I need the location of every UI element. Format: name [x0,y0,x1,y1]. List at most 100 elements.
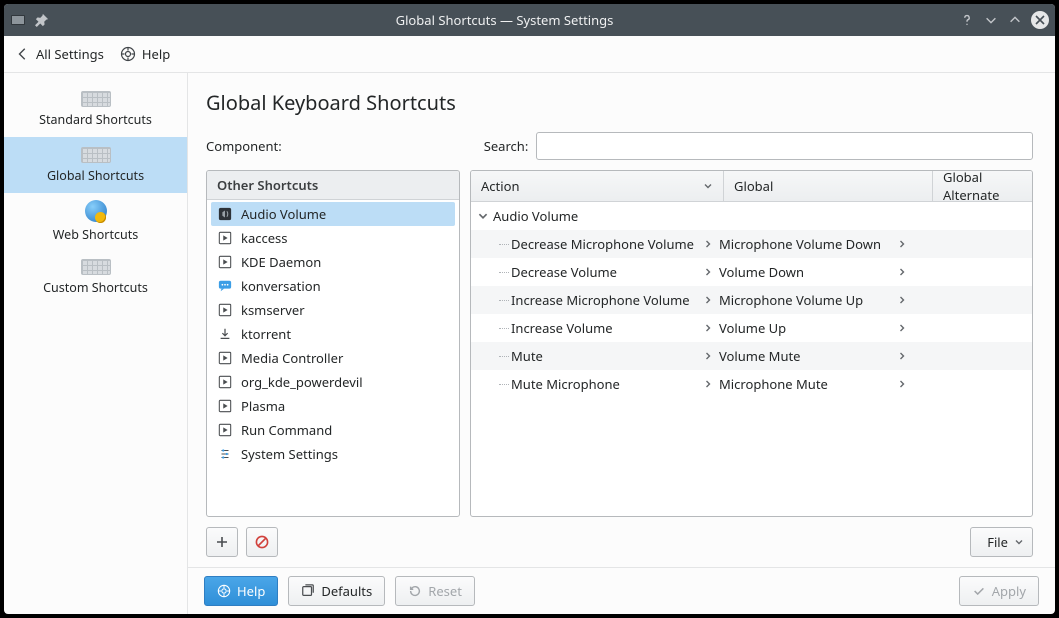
file-label: File [987,533,1008,551]
sidebar-item-label: Web Shortcuts [53,226,138,243]
column-global-label: Global [734,177,773,195]
pin-icon[interactable] [34,12,50,28]
global-cell: Volume Down [719,263,804,281]
audio-icon [217,206,233,222]
component-item[interactable]: Audio Volume [211,202,455,226]
add-button[interactable] [206,527,238,557]
action-cell: Decrease Volume [511,263,617,281]
component-search-row: Component: Search: [206,132,1033,160]
sidebar-item-custom-shortcuts[interactable]: Custom Shortcuts [4,249,187,305]
help-icon[interactable] [959,12,975,28]
component-label: Component: [206,137,282,155]
toolbar: All Settings Help [4,36,1055,73]
component-item-label: Audio Volume [241,205,326,223]
action-row[interactable]: Increase Microphone VolumeMicrophone Vol… [471,286,1032,314]
toolbar-help-label: Help [142,45,170,63]
minimize-icon[interactable] [983,12,999,28]
action-row[interactable]: Increase Volume Volume Up [471,314,1032,342]
action-row[interactable]: Decrease Volume Volume Down [471,258,1032,286]
globe-icon [85,200,107,222]
component-item-label: kaccess [241,229,288,247]
component-item-label: System Settings [241,445,338,463]
help-button[interactable]: Help [204,576,278,606]
action-row[interactable]: Decrease Microphone VolumeMicrophone Vol… [471,230,1032,258]
play-icon [217,350,233,366]
column-alternate-label: Global Alternate [943,170,1022,204]
play-icon [217,422,233,438]
component-item[interactable]: Plasma [211,394,455,418]
settings-icon [217,446,233,462]
sidebar-item-label: Custom Shortcuts [43,279,148,296]
main: Global Keyboard Shortcuts Component: Sea… [188,73,1055,614]
reset-button-label: Reset [428,582,462,600]
component-item[interactable]: ktorrent [211,322,455,346]
component-item-label: org_kde_powerdevil [241,373,363,391]
under-row: File [206,527,1033,557]
sidebar-item-web-shortcuts[interactable]: Web Shortcuts [4,193,187,249]
body: Standard Shortcuts Global Shortcuts Web … [4,73,1055,614]
global-cell: Volume Up [719,319,786,337]
action-row[interactable]: Mute Microphone Microphone Mute [471,370,1032,398]
play-icon [217,254,233,270]
all-settings-label: All Settings [36,45,104,63]
component-item[interactable]: Media Controller [211,346,455,370]
action-cell: Increase Microphone Volume [511,291,690,309]
play-icon [217,230,233,246]
keyboard-icon [81,91,111,107]
action-group-label: Audio Volume [493,207,578,225]
column-action[interactable]: Action [471,171,724,201]
keyboard-icon [81,259,111,275]
action-cell: Decrease Microphone Volume [511,235,694,253]
file-menu-button[interactable]: File [970,527,1033,557]
back-all-settings[interactable]: All Settings [16,45,104,63]
remove-button[interactable] [246,527,278,557]
action-cell: Mute [511,347,543,365]
titlebar: Global Shortcuts — System Settings [4,4,1055,36]
app-icon [10,12,26,28]
component-item[interactable]: ksmserver [211,298,455,322]
action-group-header[interactable]: Audio Volume [471,202,1032,230]
play-icon [217,398,233,414]
sidebar-item-label: Standard Shortcuts [39,111,152,128]
component-item[interactable]: org_kde_powerdevil [211,370,455,394]
action-table-header: Action Global Global Alternate [471,171,1032,202]
page-title: Global Keyboard Shortcuts [206,89,1033,116]
component-item-label: KDE Daemon [241,253,321,271]
sidebar-item-label: Global Shortcuts [47,167,144,184]
search-input[interactable] [536,132,1033,160]
component-item-label: Run Command [241,421,332,439]
close-icon[interactable] [1031,11,1049,29]
global-cell: Microphone Mute [719,375,828,393]
action-row[interactable]: Mute Volume Mute [471,342,1032,370]
component-list-header: Other Shortcuts [207,171,459,200]
component-item[interactable]: Run Command [211,418,455,442]
reset-button[interactable]: Reset [395,576,475,606]
defaults-button[interactable]: Defaults [288,576,385,606]
sidebar-item-standard-shortcuts[interactable]: Standard Shortcuts [4,81,187,137]
column-alternate[interactable]: Global Alternate [933,171,1032,201]
chat-icon [217,278,233,294]
component-item-label: konversation [241,277,321,295]
component-item-label: Plasma [241,397,285,415]
component-item[interactable]: kaccess [211,226,455,250]
component-item[interactable]: System Settings [211,442,455,466]
apply-button[interactable]: Apply [959,576,1039,606]
action-cell: Mute Microphone [511,375,620,393]
defaults-button-label: Defaults [321,582,372,600]
action-table: Action Global Global Alternate [470,170,1033,517]
global-cell: Volume Mute [719,347,801,365]
keyboard-icon [81,147,111,163]
column-global[interactable]: Global [724,171,933,201]
toolbar-help[interactable]: Help [120,45,170,63]
action-cell: Increase Volume [511,319,613,337]
app-window: Global Shortcuts — System Settings All S… [4,4,1055,614]
footer: Help Defaults Reset Apply [188,567,1055,614]
maximize-icon[interactable] [1007,12,1023,28]
component-item[interactable]: konversation [211,274,455,298]
sidebar-item-global-shortcuts[interactable]: Global Shortcuts [4,137,187,193]
help-button-label: Help [237,582,265,600]
component-list: Other Shortcuts Audio Volume kaccess KDE D… [206,170,460,517]
component-item[interactable]: KDE Daemon [211,250,455,274]
apply-button-label: Apply [992,582,1026,600]
component-item-label: Media Controller [241,349,343,367]
